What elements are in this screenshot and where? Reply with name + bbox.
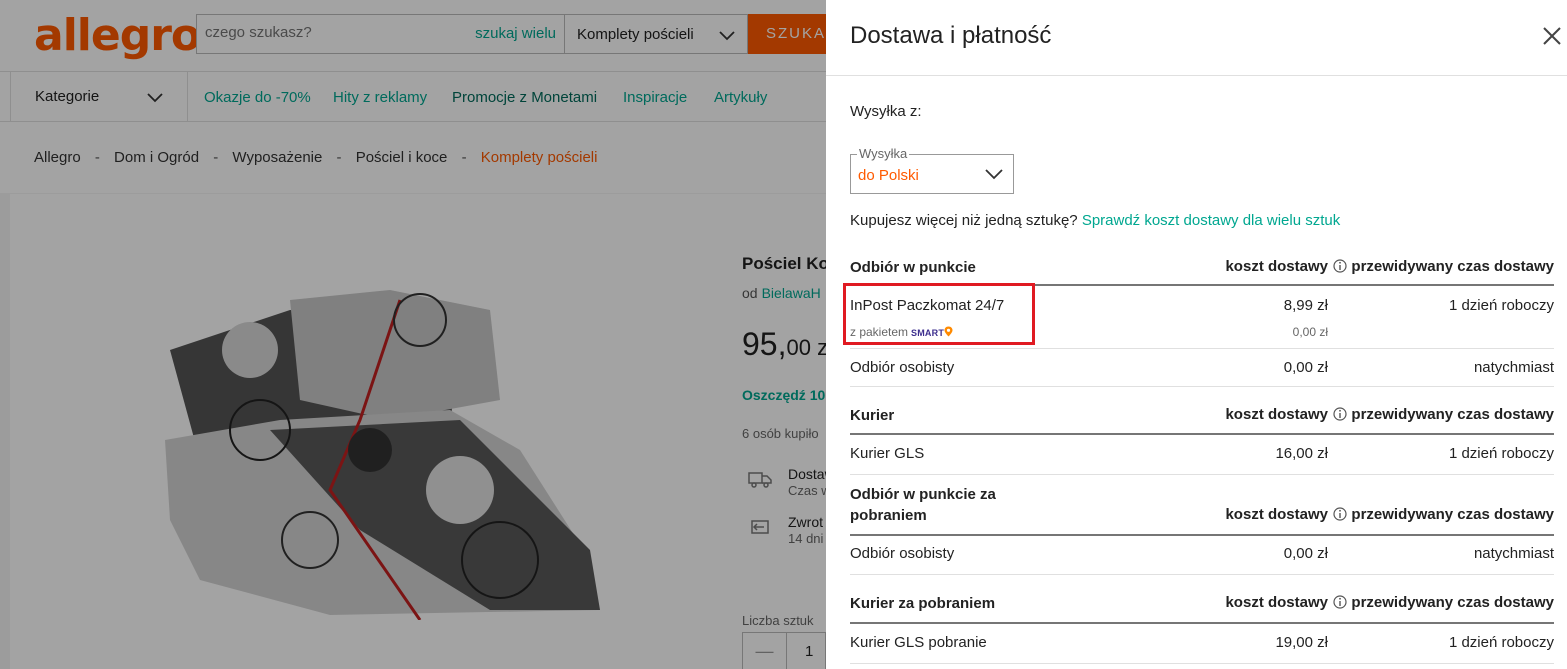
- section-header-courier: Kurier koszt dostawy przewidywany czas d…: [850, 400, 1554, 435]
- delivery-cost: 0,00 zł: [1283, 359, 1328, 376]
- highlight-annotation: [843, 283, 1035, 345]
- cost-column-header: koszt dostawy: [1225, 594, 1328, 611]
- info-icon: [1333, 259, 1348, 273]
- shipping-select-value: do Polski: [858, 167, 919, 184]
- section-title-line1: Odbiór w punkcie za: [850, 486, 996, 503]
- chevron-down-icon: [985, 169, 1003, 180]
- time-column-label: przewidywany czas dostawy: [1351, 506, 1554, 523]
- shipping-destination-select[interactable]: Wysyłka do Polski: [850, 146, 1014, 194]
- cost-column-header: koszt dostawy: [1225, 506, 1328, 523]
- delivery-method: Kurier GLS: [850, 445, 925, 462]
- multiple-items-text: Kupujesz więcej niż jedną sztukę?: [850, 212, 1078, 229]
- section-title: Kurier: [850, 407, 895, 424]
- delivery-option-row: Kurier GLS 16,00 zł 1 dzień roboczy: [850, 435, 1554, 475]
- time-column-label: przewidywany czas dostawy: [1351, 258, 1554, 275]
- info-icon: [1333, 407, 1348, 421]
- multiple-items-question: Kupujesz więcej niż jedną sztukę? Sprawd…: [850, 212, 1340, 229]
- section-header-courier-cod: Kurier za pobraniem koszt dostawy przewi…: [850, 589, 1554, 624]
- delivery-cost: 0,00 zł: [1283, 545, 1328, 562]
- delivery-method: Odbiór osobisty: [850, 359, 955, 376]
- cost-column-header: koszt dostawy: [1225, 406, 1328, 423]
- delivery-cost: 8,99 zł: [1283, 297, 1328, 314]
- section-title-line2: pobraniem: [850, 507, 927, 524]
- delivery-method: Odbiór osobisty: [850, 545, 955, 562]
- time-column-header[interactable]: przewidywany czas dostawy: [1333, 258, 1554, 275]
- delivery-option-row: Odbiór osobisty 0,00 zł natychmiast: [850, 349, 1554, 387]
- section-header-pickup-cod: Odbiór w punkcie za pobraniem koszt dosta…: [850, 480, 1554, 536]
- section-title: Odbiór w punkcie za pobraniem: [850, 484, 996, 526]
- delivery-time: natychmiast: [1473, 359, 1554, 376]
- delivery-time: 1 dzień roboczy: [1448, 445, 1554, 462]
- info-icon: [1333, 507, 1348, 521]
- delivery-cost: 16,00 zł: [1275, 445, 1328, 462]
- delivery-option-row: Odbiór osobisty 0,00 zł natychmiast: [850, 536, 1554, 575]
- time-column-header[interactable]: przewidywany czas dostawy: [1333, 594, 1554, 611]
- section-header-pickup-point: Odbiór w punkcie koszt dostawy przewidyw…: [850, 252, 1554, 286]
- info-icon: [1333, 595, 1348, 609]
- shipping-select-legend: Wysyłka: [857, 146, 910, 161]
- section-title: Kurier za pobraniem: [850, 595, 996, 612]
- delivery-method: Kurier GLS pobranie: [850, 634, 987, 651]
- delivery-time: natychmiast: [1473, 545, 1554, 562]
- time-column-label: przewidywany czas dostawy: [1351, 594, 1554, 611]
- delivery-option-row: Kurier GLS pobranie 19,00 zł 1 dzień rob…: [850, 624, 1554, 664]
- panel-title: Dostawa i płatność: [850, 22, 1052, 49]
- close-icon[interactable]: [1541, 25, 1563, 47]
- panel-header: Dostawa i płatność: [826, 0, 1567, 76]
- time-column-header[interactable]: przewidywany czas dostawy: [1333, 406, 1554, 423]
- section-title: Odbiór w punkcie: [850, 259, 976, 276]
- delivery-cost: 19,00 zł: [1275, 634, 1328, 651]
- smart-cost: 0,00 zł: [1292, 325, 1328, 339]
- time-column-label: przewidywany czas dostawy: [1351, 406, 1554, 423]
- delivery-time: 1 dzień roboczy: [1448, 634, 1554, 651]
- ship-from-label: Wysyłka z:: [850, 103, 922, 120]
- time-column-header[interactable]: przewidywany czas dostawy: [1333, 506, 1554, 523]
- multiple-items-cost-link[interactable]: Sprawdź koszt dostawy dla wielu sztuk: [1082, 212, 1340, 229]
- cost-column-header: koszt dostawy: [1225, 258, 1328, 275]
- delivery-time: 1 dzień roboczy: [1448, 297, 1554, 314]
